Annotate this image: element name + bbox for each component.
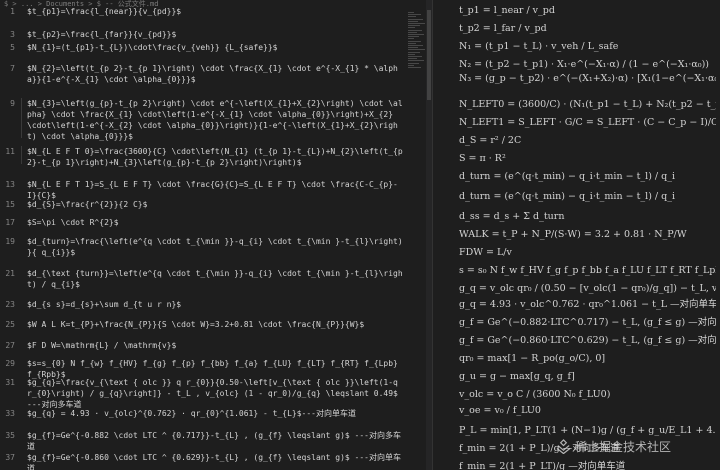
line-number: 35: [5, 431, 15, 440]
rendered-formula: N_LEFT1 = S_LEFT · G/C = S_LEFT · (C − C…: [459, 117, 716, 128]
line-number: 5: [10, 43, 15, 52]
indent-guide: [21, 146, 22, 164]
minimap-line: [408, 20, 418, 22]
code-line[interactable]: $N_{L E F T 1}=S_{L E F T} \cdot \frac{G…: [27, 179, 406, 201]
line-number: 33: [5, 409, 15, 418]
minimap-line: [408, 51, 420, 53]
line-number-gutter: 1 3 5 7 9 11 13 15 17 19 21 23 25 27 29 31 33 35 37: [0, 0, 18, 470]
line-number: 13: [5, 180, 15, 189]
rendered-formula: d_ss = d_s + Σ d_turn: [459, 211, 565, 222]
minimap-line: [408, 25, 420, 27]
rendered-formula: d_S = r² / 2C: [459, 135, 522, 146]
code-line[interactable]: $F D W=\mathrm{L} / \mathrm{v}$: [27, 340, 406, 351]
minimap-line: [408, 34, 424, 35]
rendered-formula: g_q = v_olc qr₀ / (0.50 − [v_olc(1 − qr₀…: [459, 283, 716, 294]
code-line[interactable]: $g_{q} = 4.93 · v_{olc}^{0.762} · qr_{0}…: [27, 408, 406, 419]
code-line[interactable]: $N_{L E F T 0}=\frac{3600}{C} \cdot\left…: [27, 146, 404, 168]
minimap-line: [408, 42, 416, 44]
code-line[interactable]: $t_{p2}=\frac{l_{far}}{v_{pd}}$: [27, 29, 406, 40]
rendered-formula: d_turn = (e^(q·t_min) − q_i·t_min − t_l)…: [459, 191, 676, 202]
minimap-line: [408, 18, 423, 20]
line-number: 11: [5, 147, 15, 156]
code-line[interactable]: $S=\pi \cdot R^{2}$: [27, 217, 406, 228]
indent-guide: [21, 98, 22, 138]
code-line[interactable]: $d_{S}=\frac{r^{2}}{2 C}$: [27, 199, 406, 210]
code-line[interactable]: $g_{f}=Ge^{-0.882 \cdot LTC ^ {0.717}}-t…: [27, 430, 406, 452]
minimap-line: [408, 53, 415, 55]
markdown-preview: t_p1 = l_near / v_pd t_p2 = l_far / v_pd N…: [432, 0, 720, 470]
juejin-logo-icon: [556, 438, 571, 454]
rendered-formula: N₂ = (t_p2 − t_p1) · X₁·e^(−X₁·α) / (1 −…: [459, 59, 709, 70]
line-number: 17: [5, 218, 15, 227]
minimap-line: [408, 58, 417, 60]
minimap-line: [408, 62, 419, 64]
line-number: 25: [5, 320, 15, 329]
minimap-line: [408, 36, 419, 38]
code-line[interactable]: $d_{s s}=d_{s}+\sum d_{t u r n}$: [27, 299, 406, 310]
minimap-line: [408, 45, 423, 46]
code-line[interactable]: $d_{\text {turn}}=\left(e^{q \cdot t_{\m…: [27, 268, 406, 290]
rendered-formula: N_LEFT0 = (3600/C) · (N₁(t_p1 − t_L) + N…: [459, 99, 716, 110]
minimap-line: [408, 47, 418, 49]
line-number: 29: [5, 359, 15, 368]
rendered-formula: N₁ = (t_p1 − t_L) · v_veh / L_safe: [459, 41, 619, 52]
minimap-line: [408, 23, 425, 24]
rendered-formula: g_f = Ge^(−0.882·LTC^0.717) − t_L, (g_f …: [459, 317, 716, 328]
line-number: 19: [5, 237, 15, 246]
rendered-formula: g_f = Ge^(−0.860·LTC^0.629) − t_L, (g_f …: [459, 335, 716, 346]
minimap-line: [408, 12, 414, 13]
rendered-formula: f_min = 2(1 + P_LT)/g —对向单车道: [459, 461, 626, 470]
rendered-formula: S = π · R²: [459, 153, 506, 164]
code-line[interactable]: $N_{3}=\left(g_{p}-t_{p 2}\right) \cdot …: [27, 98, 404, 142]
minimap-line: [408, 60, 424, 62]
scrollbar-thumb[interactable]: [427, 10, 431, 100]
line-number: 27: [5, 341, 15, 350]
code-line[interactable]: $N_{2}=\left(t_{p 2}-t_{p 1}\right) \cdo…: [27, 63, 406, 85]
rendered-formula: N₃ = (g_p − t_p2) · e^(−(X₁+X₂)·α) · [X₁…: [459, 73, 716, 84]
rendered-formula: t_p2 = l_far / v_pd: [459, 23, 547, 34]
rendered-formula: d_turn = (e^(q·t_min) − q_i·t_min − t_l)…: [459, 171, 676, 182]
rendered-formula: s = s₀ N f_w f_HV f_g f_p f_bb f_a f_LU …: [459, 265, 716, 276]
line-number: 23: [5, 300, 15, 309]
line-number: 21: [5, 269, 15, 278]
rendered-formula: WALK = t_P + N_P/(S·W) = 3.2 + 0.81 · N_…: [459, 229, 687, 240]
rendered-formula: v_oe = v₀ / f_LU0: [459, 405, 541, 416]
watermark: 稀土掘金技术社区: [556, 436, 671, 456]
rendered-formula: g_q = 4.93 · v_olc^0.762 · qr₀^1.061 − t…: [459, 299, 716, 310]
line-number: 7: [10, 64, 15, 73]
rendered-formula: qr₀ = max[1 − R_po(g_o/C), 0]: [459, 353, 606, 364]
minimap-line: [408, 31, 417, 33]
code-line[interactable]: $d_{turn}=\frac{\left(e^{q \cdot t_{\min…: [27, 236, 406, 258]
minimap-line: [408, 38, 414, 40]
code-line[interactable]: $W A L K=t_{P}+\frac{N_{P}}{S \cdot W}=3…: [27, 319, 406, 330]
code-line[interactable]: $g_{f}=Ge^{-0.860 \cdot LTC ^ {0.629}}-t…: [27, 452, 406, 470]
minimap-line: [408, 16, 416, 18]
code-editor[interactable]: $ > ... > Documents > $ -- 公式文件.md 13579…: [0, 0, 432, 470]
minimap-line: [408, 27, 415, 29]
minimap-line: [408, 67, 421, 68]
line-number: 1: [10, 7, 15, 16]
minimap-line: [408, 40, 421, 42]
minimap-line: [408, 14, 421, 16]
rendered-formula: FDW = L/v: [459, 247, 512, 258]
watermark-text: 稀土掘金技术社区: [575, 439, 672, 454]
line-number: 9: [10, 99, 15, 108]
code-line[interactable]: $t_{p1}=\frac{l_{near}}{v_{pd}}$: [27, 6, 406, 17]
rendered-formula: t_p1 = l_near / v_pd: [459, 5, 555, 16]
minimap-line: [408, 56, 422, 57]
line-number: 37: [5, 453, 15, 462]
line-number: 15: [5, 200, 15, 209]
code-line[interactable]: $g_{q}=\frac{v_{\text { olc }} q r_{0}}{…: [27, 377, 406, 410]
line-number: 31: [5, 378, 15, 387]
rendered-formula: g_u = g − max[g_q, g_f]: [459, 371, 575, 382]
minimap-line: [408, 29, 422, 31]
rendered-formula: v_olc = v_o C / (3600 N₀ f_LU0): [459, 389, 611, 400]
code-line[interactable]: $N_{1}=(t_{p1}-t_{L})\cdot\frac{v_{veh}}…: [27, 42, 406, 53]
minimap-line: [408, 49, 425, 51]
line-number: 3: [10, 30, 15, 39]
minimap-line: [408, 64, 414, 66]
minimap[interactable]: [408, 12, 426, 72]
